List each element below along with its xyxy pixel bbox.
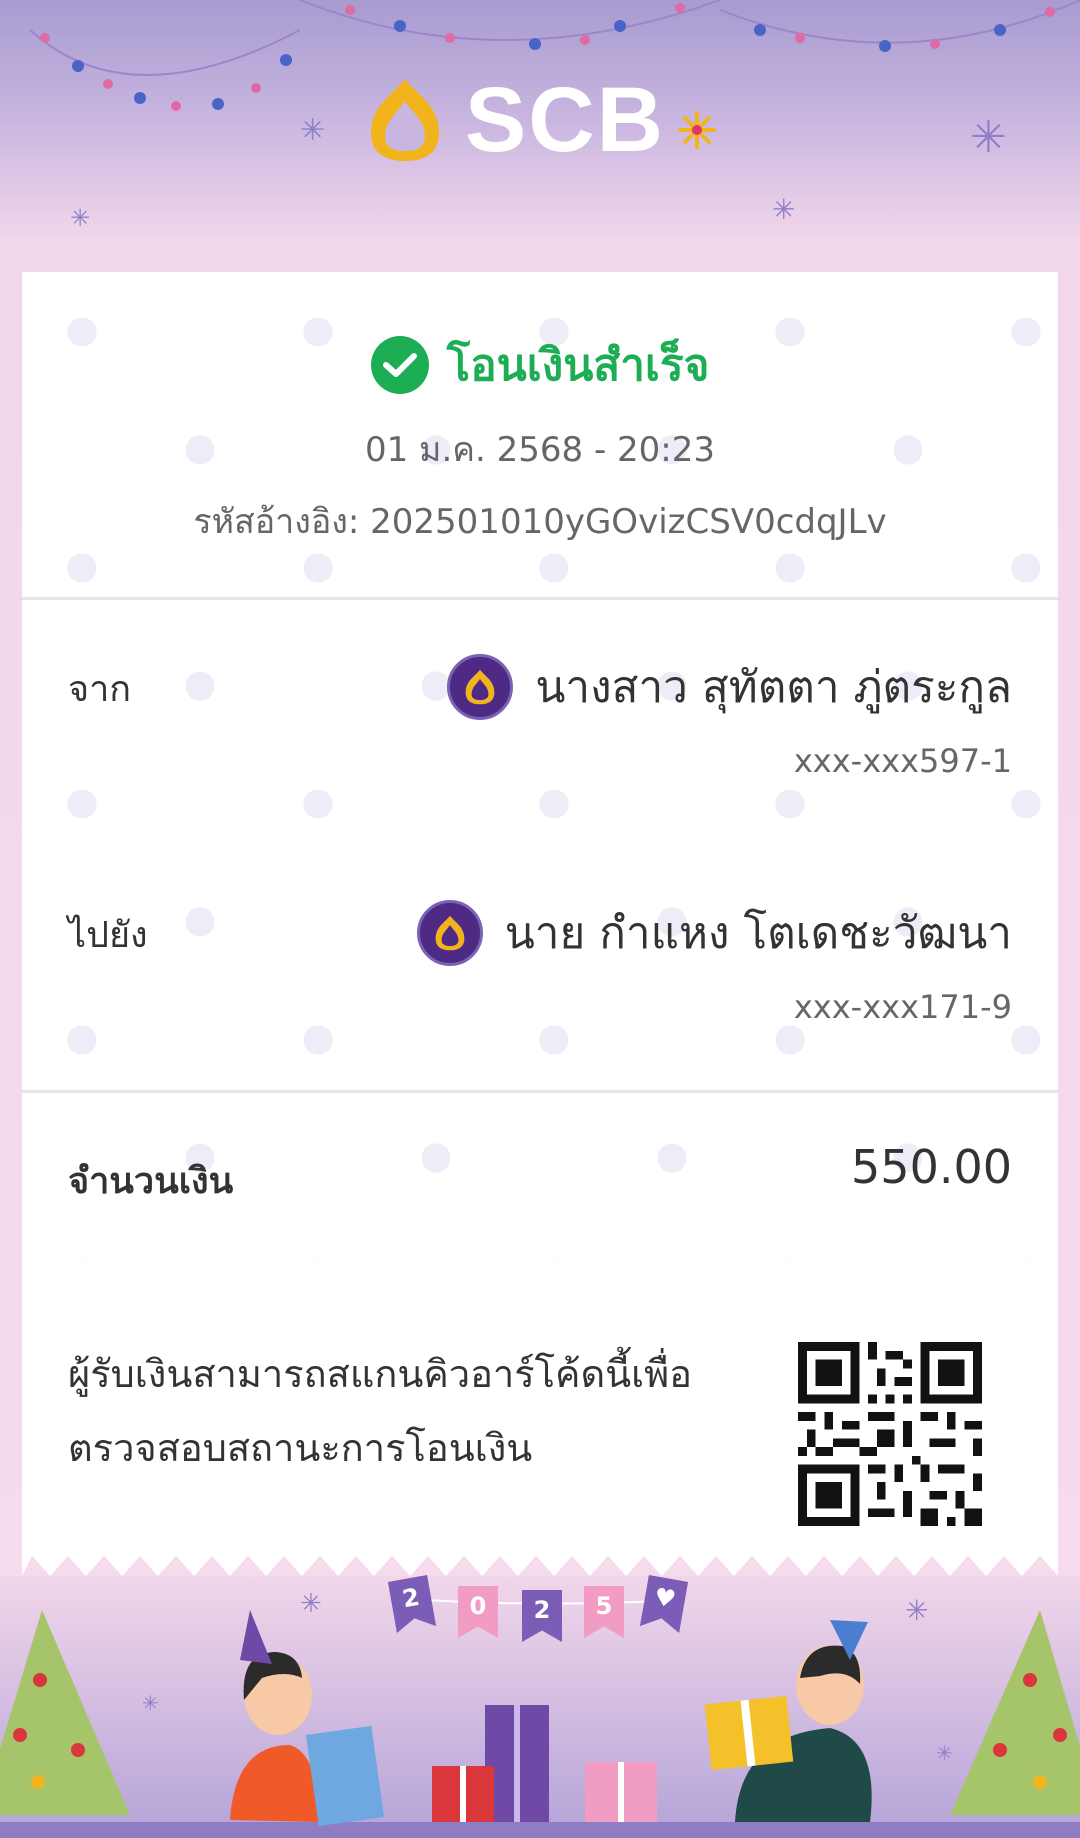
scb-logo: SCB	[0, 74, 1080, 166]
svg-text:✳: ✳	[300, 1589, 322, 1619]
snowflake-icon: ✳	[772, 193, 796, 226]
qr-code[interactable]	[798, 1342, 982, 1526]
year-banner: 2 0 2 5 ♥	[392, 1578, 692, 1648]
to-name: นาย กำแหง โตเดชะวัฒนา	[504, 908, 1012, 959]
to-party: นาย กำแหง โตเดชะวัฒนา	[416, 898, 1012, 968]
snowflake-icon: ✳	[300, 113, 326, 148]
to-account: xxx-xxx171-9	[793, 988, 1012, 1026]
snowflake-icon: ✳	[970, 112, 1007, 163]
banner-flag: 5	[584, 1586, 624, 1638]
from-account: xxx-xxx597-1	[793, 742, 1012, 780]
sparkle-star-icon	[678, 111, 717, 149]
divider	[22, 597, 1058, 600]
logo-text: SCB	[464, 69, 666, 171]
bank-logo-icon	[416, 900, 483, 966]
svg-text:✳: ✳	[936, 1741, 953, 1765]
check-circle-icon	[370, 336, 429, 394]
header: SCB ✳ ✳ ✳ ✳	[0, 0, 1080, 272]
reference-number: รหัสอ้างอิง: 202501010yGOvizCSV0cdqJLv	[193, 502, 887, 542]
banner-flag: 2	[388, 1575, 436, 1633]
status-text: โอนเงินสำเร็จ	[446, 340, 710, 391]
scb-logo-icon	[370, 79, 439, 161]
banner-flag: ♥	[640, 1575, 688, 1633]
status-row: โอนเงินสำเร็จ	[22, 330, 1058, 400]
to-label: ไปยัง	[68, 915, 148, 956]
banner-flag: 2	[522, 1590, 562, 1642]
from-party: นางสาว สุทัตตา ภู่ตระกูล	[447, 652, 1012, 722]
banner-flag: 0	[458, 1586, 498, 1638]
qr-instructions-line2: ตรวจสอบสถานะการโอนเงิน	[68, 1426, 533, 1470]
qr-instructions-line1: ผู้รับเงินสามารถสแกนคิวอาร์โค้ดนี้เพื่อ	[68, 1352, 692, 1396]
from-name: นางสาว สุทัตตา ภู่ตระกูล	[535, 662, 1012, 713]
svg-text:✳: ✳	[142, 1691, 159, 1715]
snowflake-icon: ✳	[70, 204, 91, 232]
svg-text:✳: ✳	[905, 1594, 928, 1627]
divider	[22, 1090, 1058, 1093]
transaction-datetime: 01 ม.ค. 2568 - 20:23	[364, 430, 716, 470]
amount-value: 550.00	[851, 1140, 1012, 1194]
bank-logo-icon	[447, 654, 514, 720]
receipt-card: โอนเงินสำเร็จ 01 ม.ค. 2568 - 20:23 รหัสอ…	[22, 272, 1058, 1552]
qr-instructions: ผู้รับเงินสามารถสแกนคิวอาร์โค้ดนี้เพื่อ …	[68, 1337, 768, 1485]
amount-label: จำนวนเงิน	[68, 1161, 234, 1202]
from-label: จาก	[68, 669, 132, 710]
